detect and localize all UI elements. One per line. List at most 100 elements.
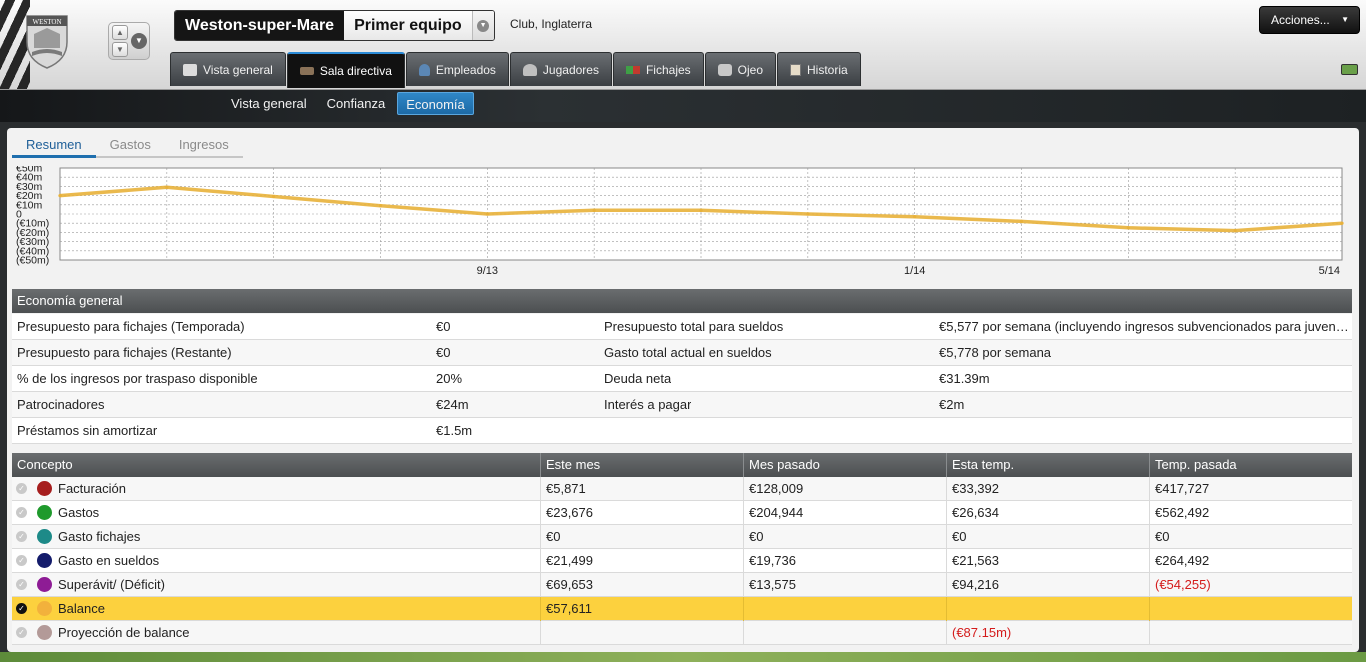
tab-label: Historia (807, 62, 848, 77)
economia-row: % de los ingresos por traspaso disponibl… (12, 366, 1352, 392)
series-toggle-checkbox[interactable]: ✓ (16, 555, 27, 566)
value-cell-esta-temp: €26,634 (946, 501, 1149, 525)
header-mes-pasado[interactable]: Mes pasado (743, 453, 946, 477)
balance-data-point (1019, 219, 1024, 223)
tab-vista-general[interactable]: Vista general (170, 52, 286, 86)
economia-label: Presupuesto para fichajes (Temporada) (17, 319, 245, 334)
value-cell-esta-temp: €94,216 (946, 573, 1149, 597)
header-bar: WESTON ▲ ▼ ▼ Weston-super-Mare Primer eq… (0, 0, 1366, 90)
sub-navigation-bar: Vista general Confianza Economía (0, 90, 1366, 122)
economia-label: Presupuesto para fichajes (Restante) (17, 345, 232, 360)
concept-table-header: Concepto Este mes Mes pasado Esta temp. … (12, 453, 1352, 477)
concept-cell: ✓ Facturación (12, 477, 540, 501)
concept-row[interactable]: ✓ Proyección de balance (€87.15m) (12, 621, 1352, 645)
tab-resumen[interactable]: Resumen (12, 133, 96, 158)
economia-row: Presupuesto para fichajes (Restante) €0 Ga… (12, 340, 1352, 366)
concept-label: Superávit/ (Déficit) (58, 577, 165, 592)
concept-row[interactable]: ✓ Gastos €23,676 €204,944 €26,634 €562,492 (12, 501, 1352, 525)
concept-cell: ✓ Gasto en sueldos (12, 549, 540, 573)
header-este-mes[interactable]: Este mes (540, 453, 743, 477)
series-toggle-checkbox[interactable]: ✓ (16, 483, 27, 494)
balance-data-point (806, 212, 810, 216)
caret-down-icon: ▼ (1341, 15, 1349, 24)
value-cell-este-mes (540, 621, 743, 645)
balance-data-point (272, 194, 276, 199)
tab-jugadores[interactable]: Jugadores (509, 52, 612, 86)
concept-label: Facturación (58, 481, 126, 496)
header-concepto[interactable]: Concepto (12, 453, 540, 477)
series-color-dot-icon (37, 553, 52, 568)
series-toggle-checkbox[interactable]: ✓ (16, 531, 27, 542)
balance-data-point (485, 212, 489, 216)
economia-label: % de los ingresos por traspaso disponibl… (17, 371, 258, 386)
economia-label: Préstamos sin amortizar (17, 423, 158, 438)
subnav-confianza[interactable]: Confianza (319, 92, 394, 115)
value-cell-esta-temp: €0 (946, 525, 1149, 549)
concept-row[interactable]: ✓ Facturación €5,871 €128,009 €33,392 €417,72… (12, 477, 1352, 501)
concept-cell: ✓ Proyección de balance (12, 621, 540, 645)
pitch-background-strip (0, 652, 1366, 662)
series-color-dot-icon (37, 577, 52, 592)
main-tabs: Vista general Sala directiva Empleados J… (170, 52, 862, 89)
value-cell-mes-pasado (743, 597, 946, 621)
club-crest-icon[interactable]: WESTON (22, 12, 72, 70)
value-cell-mes-pasado (743, 621, 946, 645)
series-toggle-checkbox[interactable]: ✓ (16, 507, 27, 518)
value-cell-temp-pasada: (€54,255) (1149, 573, 1352, 597)
series-toggle-checkbox[interactable]: ✓ (16, 627, 27, 638)
concept-row[interactable]: ✓ Gasto en sueldos €21,499 €19,736 €21,563 €2… (12, 549, 1352, 573)
economia-value: €0 (436, 345, 451, 360)
actions-button[interactable]: Acciones... ▼ (1259, 6, 1360, 34)
concept-row[interactable]: ✓ Balance €57,611 (12, 597, 1352, 621)
scout-icon (717, 63, 732, 76)
battery-icon[interactable] (1341, 64, 1358, 75)
header-temp-pasada[interactable]: Temp. pasada (1149, 453, 1352, 477)
tab-gastos[interactable]: Gastos (96, 133, 165, 156)
nav-down-button[interactable]: ▼ (112, 42, 128, 57)
finance-tabs: Resumen Gastos Ingresos (12, 133, 243, 158)
series-toggle-checkbox[interactable]: ✓ (16, 579, 27, 590)
series-color-dot-icon (37, 529, 52, 544)
concept-row[interactable]: ✓ Superávit/ (Déficit) €69,653 €13,575 €94,2… (12, 573, 1352, 597)
team-dropdown-button[interactable]: ▼ (471, 11, 494, 40)
value-cell-este-mes: €57,611 (540, 597, 743, 621)
economia-value: €31.39m (939, 371, 990, 386)
staff-icon (418, 63, 430, 76)
series-toggle-checkbox[interactable]: ✓ (16, 603, 27, 614)
value-cell-este-mes: €0 (540, 525, 743, 549)
tab-ingresos[interactable]: Ingresos (165, 133, 243, 156)
economia-label: Gasto total actual en sueldos (604, 345, 772, 360)
balance-data-point (1340, 221, 1344, 225)
concept-row[interactable]: ✓ Gasto fichajes €0 €0 €0 €0 (12, 525, 1352, 549)
value-cell-esta-temp: (€87.15m) (946, 621, 1149, 645)
club-name[interactable]: Weston-super-Mare (175, 11, 345, 40)
subnav-vista-general[interactable]: Vista general (223, 92, 315, 115)
tab-sala-directiva[interactable]: Sala directiva (286, 52, 405, 88)
tab-fichajes[interactable]: Fichajes (612, 52, 704, 86)
chevron-down-icon: ▼ (477, 19, 490, 32)
team-selector-label[interactable]: Primer equipo (344, 11, 472, 40)
team-title-box: Weston-super-Mare Primer equipo ▼ (174, 10, 495, 41)
concept-table: Concepto Este mes Mes pasado Esta temp. … (12, 453, 1352, 645)
history-icon (790, 63, 802, 76)
concept-label: Gasto fichajes (58, 529, 141, 544)
header-esta-temp[interactable]: Esta temp. (946, 453, 1149, 477)
balance-data-point (378, 204, 383, 208)
tab-empleados[interactable]: Empleados (405, 52, 509, 86)
tab-historia[interactable]: Historia (777, 52, 861, 86)
economia-label: Interés a pagar (604, 397, 692, 412)
tab-label: Fichajes (645, 62, 691, 77)
economia-value: €0 (436, 319, 451, 334)
value-cell-mes-pasado: €19,736 (743, 549, 946, 573)
x-tick-label: 5/14 (1319, 265, 1340, 277)
economia-value: €5,577 por semana (incluyendo ingresos s… (939, 319, 1349, 334)
value-cell-este-mes: €21,499 (540, 549, 743, 573)
value-cell-este-mes: €5,871 (540, 477, 743, 501)
economia-value: €24m (436, 397, 469, 412)
y-tick-label: (€50m) (16, 255, 49, 267)
nav-up-button[interactable]: ▲ (112, 25, 128, 40)
value-cell-temp-pasada: €562,492 (1149, 501, 1352, 525)
nav-menu-button[interactable]: ▼ (131, 33, 147, 49)
tab-ojeo[interactable]: Ojeo (704, 52, 777, 86)
subnav-economia[interactable]: Economía (397, 92, 474, 115)
